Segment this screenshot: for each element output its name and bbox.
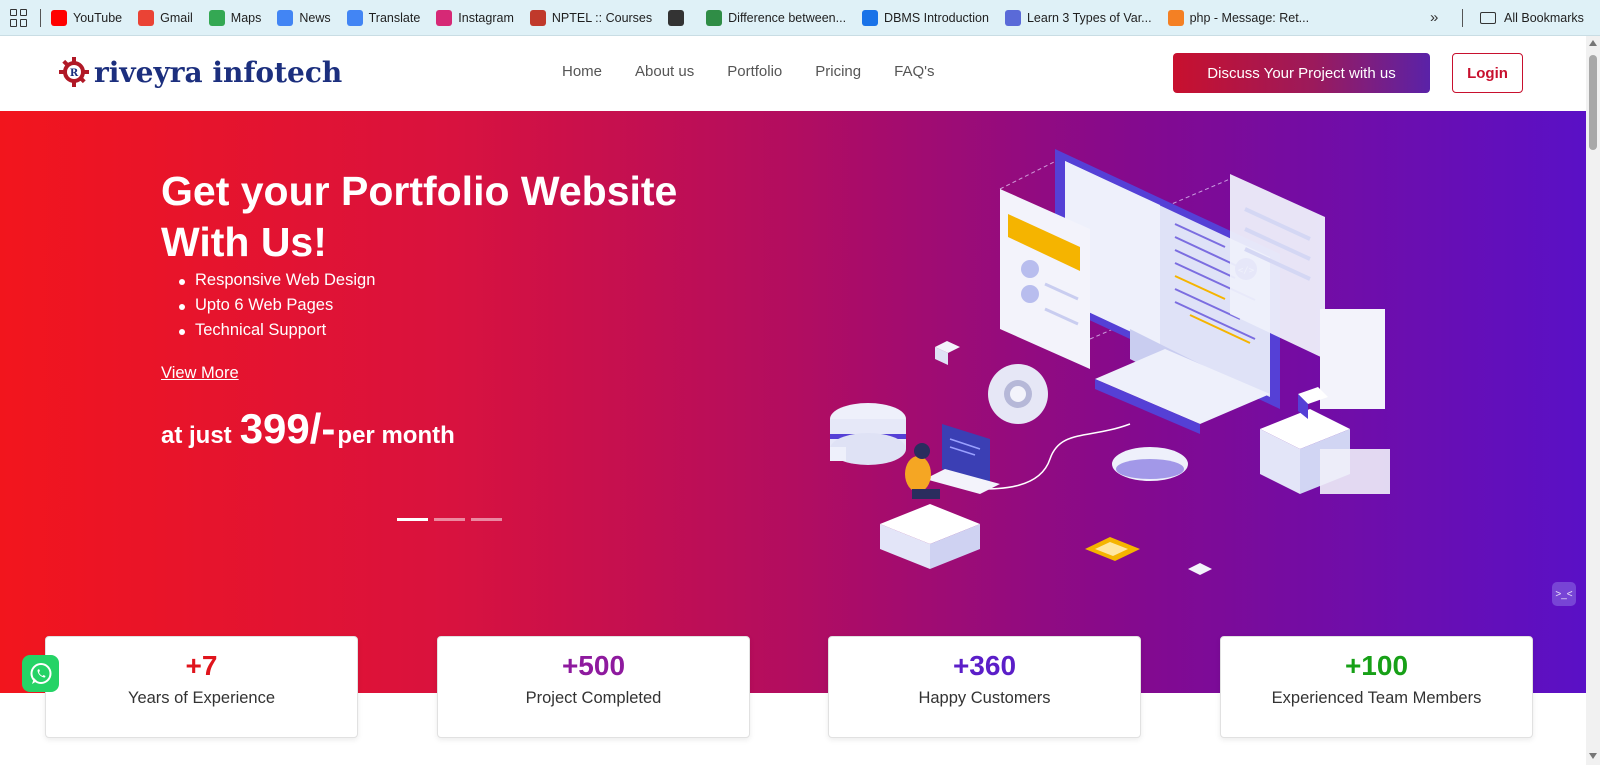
carousel-dot[interactable]	[434, 518, 465, 521]
hero-banner: Get your Portfolio Website With Us! Resp…	[0, 111, 1586, 693]
carousel-dot[interactable]	[397, 518, 428, 521]
whatsapp-icon	[30, 662, 51, 684]
whatsapp-button[interactable]	[22, 655, 59, 692]
logo-gear-icon: R	[59, 57, 89, 87]
bookmark-label: Maps	[230, 10, 262, 25]
bookmark-label: Difference between...	[728, 10, 847, 25]
translate-icon	[346, 9, 363, 26]
bookmark-label: Instagram	[458, 10, 514, 25]
scroll-up-arrow-icon[interactable]	[1589, 40, 1597, 46]
bookmark-label: Learn 3 Types of Var...	[1026, 10, 1152, 25]
feature-item: Technical Support	[178, 321, 375, 346]
nav-link[interactable]: Pricing	[815, 63, 861, 80]
bookmarks-bar: YouTube Gmail Maps News Translate Instagram NP…	[0, 0, 1600, 36]
news-icon	[277, 9, 294, 26]
scroll-down-arrow-icon[interactable]	[1589, 753, 1597, 759]
maps-icon	[208, 9, 225, 26]
nav-menu: Home About us Portfolio Pricing FAQ's	[562, 63, 968, 80]
bookmark-item[interactable]: Learn 3 Types of Var...	[1004, 9, 1152, 26]
bookmark-label: News	[299, 10, 331, 25]
logo-brand-suffix: infotech	[212, 55, 343, 89]
bookmark-label: php - Message: Ret...	[1189, 10, 1310, 25]
gmail-icon	[138, 9, 155, 26]
bookmark-label: DBMS Introduction	[884, 10, 989, 25]
bookmark-label: NPTEL :: Courses	[551, 10, 653, 25]
bookmark-item[interactable]: DBMS Introduction	[862, 9, 989, 26]
site-logo[interactable]: R riveyra infotech	[56, 54, 342, 90]
nav-link[interactable]: FAQ's	[894, 63, 934, 80]
stat-card-projects: +500 Project Completed	[437, 636, 750, 738]
nav-link[interactable]: Home	[562, 63, 602, 80]
bookmark-item[interactable]	[668, 9, 690, 26]
bookmark-item[interactable]: Instagram	[436, 9, 514, 26]
bookmark-item[interactable]: NPTEL :: Courses	[529, 9, 653, 26]
svg-text:R: R	[70, 68, 79, 79]
stat-label: Project Completed	[525, 689, 662, 707]
stat-label: Years of Experience	[127, 689, 276, 707]
price-line: at just 399/- per month	[161, 405, 455, 453]
feature-item: Upto 6 Web Pages	[178, 296, 375, 321]
bookmark-separator	[40, 8, 41, 27]
php-icon	[1167, 9, 1184, 26]
login-button[interactable]: Login	[1452, 53, 1523, 93]
stat-label: Happy Customers	[918, 689, 1051, 707]
bookmark-item[interactable]: YouTube	[51, 9, 123, 26]
nav-link[interactable]: About us	[635, 63, 694, 80]
stat-value: +7	[185, 650, 218, 681]
bookmark-item[interactable]: Translate	[346, 9, 421, 26]
feature-item: Responsive Web Design	[178, 271, 375, 296]
nptel-icon	[529, 9, 546, 26]
stat-value: +500	[561, 650, 626, 681]
nav-link[interactable]: Portfolio	[727, 63, 782, 80]
hero-illustration: </>	[830, 149, 1390, 575]
feature-list: Responsive Web Design Upto 6 Web Pages Tec…	[178, 271, 375, 346]
w-icon	[862, 9, 879, 26]
instagram-icon	[436, 9, 453, 26]
edge-icon	[1004, 9, 1021, 26]
more-bookmarks-chevron-icon[interactable]: »	[1430, 9, 1438, 26]
bookmark-list: YouTube Gmail Maps News Translate Instagram NP…	[51, 9, 1325, 26]
price-value: 399/-	[239, 405, 336, 452]
stat-card-team: +100 Experienced Team Members	[1220, 636, 1533, 738]
hero-title: Get your Portfolio Website With Us!	[161, 168, 678, 265]
all-bookmarks-button[interactable]: All Bookmarks	[1480, 0, 1584, 36]
stat-card-customers: +360 Happy Customers	[828, 636, 1141, 738]
bookmark-label: Translate	[368, 10, 421, 25]
stat-value: +360	[952, 650, 1017, 681]
apps-grid-icon[interactable]	[10, 8, 28, 27]
stat-card-experience: +7 Years of Experience	[45, 636, 358, 738]
price-suffix: per month	[337, 422, 455, 449]
chat-widget-icon[interactable]: >_<	[1552, 582, 1576, 606]
bookmark-item[interactable]: Maps	[208, 9, 262, 26]
page-scrollbar[interactable]	[1586, 36, 1600, 765]
globe-icon	[668, 9, 685, 26]
logo-text: riveyra infotech	[94, 56, 342, 89]
logo-brand: riveyra	[94, 55, 203, 89]
carousel-dot[interactable]	[471, 518, 502, 521]
view-more-link[interactable]: View More	[161, 364, 239, 383]
bookmark-item[interactable]: Gmail	[138, 9, 193, 26]
gfg-icon	[706, 9, 723, 26]
discuss-project-button[interactable]: Discuss Your Project with us	[1173, 53, 1430, 93]
stat-label: Experienced Team Members	[1271, 689, 1482, 707]
carousel-indicators	[397, 518, 508, 521]
bookmark-item[interactable]: Difference between...	[706, 9, 847, 26]
bookmark-label: Gmail	[160, 10, 193, 25]
bookmark-item[interactable]: php - Message: Ret...	[1167, 9, 1310, 26]
site-navbar: R riveyra infotech Home About us Portfolio…	[0, 36, 1586, 111]
bookmark-separator	[1462, 9, 1463, 27]
all-bookmarks-label: All Bookmarks	[1504, 11, 1584, 25]
scrollbar-thumb[interactable]	[1589, 55, 1597, 150]
stat-value: +100	[1344, 650, 1409, 681]
bookmark-item[interactable]: News	[277, 9, 331, 26]
folder-icon	[1480, 12, 1496, 24]
youtube-icon	[51, 9, 67, 26]
bookmark-label: YouTube	[73, 10, 123, 25]
price-prefix: at just	[161, 422, 232, 449]
